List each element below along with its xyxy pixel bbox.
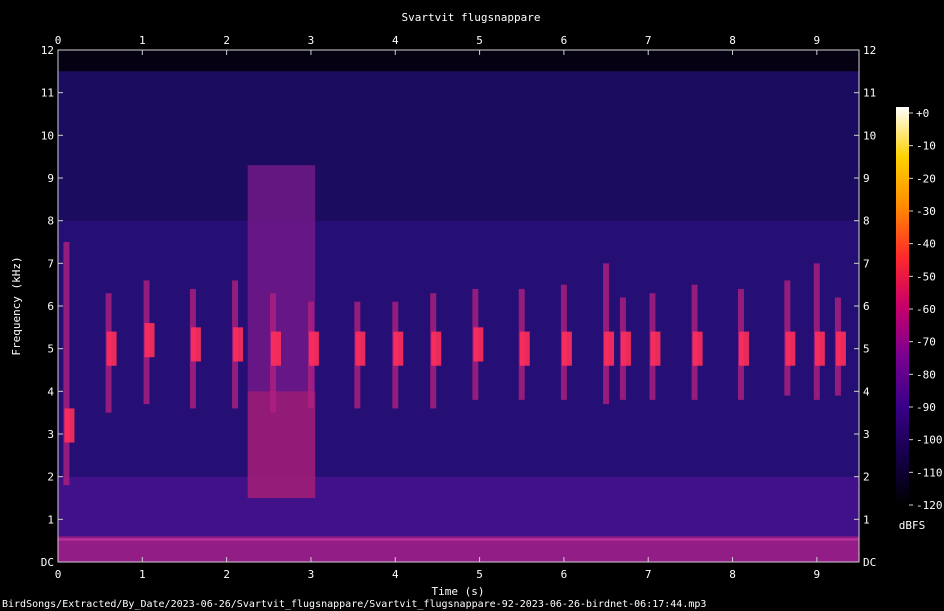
y-tick-label-right: 8 <box>863 215 870 228</box>
y-tick-label-right: 10 <box>863 129 876 142</box>
song-note-peak <box>650 331 661 366</box>
colorbar-tick-label: -80 <box>916 368 936 381</box>
colorbar-tick-label: -70 <box>916 336 936 349</box>
colorbar-tick-label: -110 <box>916 466 943 479</box>
y-tick-label-right: 2 <box>863 471 870 484</box>
y-tick-label: 5 <box>47 343 54 356</box>
colorbar-label: dBFS <box>899 519 926 532</box>
y-tick-label: 1 <box>47 513 54 526</box>
y-tick-label-right: DC <box>863 556 876 569</box>
colorbar-tick-label: -30 <box>916 205 936 218</box>
y-tick-label-right: 5 <box>863 343 870 356</box>
x-tick-label: 2 <box>223 568 230 581</box>
song-note-peak <box>473 327 484 362</box>
plot-area <box>57 49 860 563</box>
y-tick-label: DC <box>41 556 54 569</box>
y-tick-label: 6 <box>47 300 54 313</box>
y-axis-title: Frequency (kHz) <box>10 256 23 355</box>
song-note-peak <box>431 331 442 366</box>
colorbar-tick-label: -90 <box>916 401 936 414</box>
y-tick-label-right: 3 <box>863 428 870 441</box>
y-tick-label: 8 <box>47 215 54 228</box>
song-note-peak <box>308 331 319 366</box>
x-tick-label-top: 5 <box>476 34 483 47</box>
song-note-peak <box>106 331 117 366</box>
song-note-peak <box>692 331 703 366</box>
song-note-peak <box>519 331 530 366</box>
x-tick-label-top: 3 <box>308 34 315 47</box>
x-axis-title: Time (s) <box>432 585 485 598</box>
x-tick-label: 0 <box>55 568 62 581</box>
song-note-peak <box>144 323 155 358</box>
x-tick-label: 1 <box>139 568 146 581</box>
source-file-path: BirdSongs/Extracted/By_Date/2023-06-26/S… <box>2 599 706 610</box>
x-tick-label: 9 <box>814 568 821 581</box>
spectrogram-heatmap <box>58 50 859 562</box>
song-note-peak <box>271 331 282 366</box>
song-note-peak <box>393 331 404 366</box>
colorbar-tick-label: +0 <box>916 107 929 120</box>
colorbar-tick-label: -100 <box>916 434 943 447</box>
song-note-peak <box>738 331 749 366</box>
song-note-peak <box>561 331 572 366</box>
chart-title: Svartvit flugsnappare <box>401 11 540 24</box>
y-tick-label: 9 <box>47 172 54 185</box>
y-tick-label-right: 6 <box>863 300 870 313</box>
broadband-burst-core <box>247 391 316 498</box>
song-note-peak <box>814 331 825 366</box>
y-tick-label-right: 9 <box>863 172 870 185</box>
colorbar-tick-label: -120 <box>916 499 943 512</box>
colorbar-tick-label: -50 <box>916 270 936 283</box>
spectrogram-figure: Svartvit flugsnappare 0123456789 0123456… <box>0 0 944 611</box>
song-note-peak <box>190 327 201 362</box>
x-tick-label: 8 <box>729 568 736 581</box>
song-note-peak <box>835 331 846 366</box>
y-tick-label: 11 <box>41 87 54 100</box>
song-note-peak <box>64 408 75 443</box>
x-tick-label-top: 0 <box>55 34 62 47</box>
x-tick-label-top: 4 <box>392 34 399 47</box>
x-tick-label-top: 8 <box>729 34 736 47</box>
song-note <box>63 242 70 486</box>
y-tick-label: 12 <box>41 44 54 57</box>
song-note-peak <box>620 331 631 366</box>
x-tick-label-top: 6 <box>561 34 568 47</box>
hum-line <box>58 538 859 541</box>
y-tick-label-right: 7 <box>863 257 870 270</box>
y-tick-label-right: 12 <box>863 44 876 57</box>
x-tick-label-top: 2 <box>223 34 230 47</box>
y-tick-label: 4 <box>47 385 54 398</box>
x-tick-label: 5 <box>476 568 483 581</box>
y-tick-label-right: 11 <box>863 87 876 100</box>
x-tick-label: 4 <box>392 568 399 581</box>
noise-band-low <box>58 476 859 537</box>
colorbar-tick-label: -40 <box>916 238 936 251</box>
y-tick-label-right: 4 <box>863 385 870 398</box>
x-tick-label: 7 <box>645 568 652 581</box>
y-tick-label: 3 <box>47 428 54 441</box>
y-tick-label: 7 <box>47 257 54 270</box>
song-note-peak <box>604 331 615 366</box>
colorbar-tick-label: -60 <box>916 303 936 316</box>
x-tick-label-top: 7 <box>645 34 652 47</box>
colorbar-tick-label: -10 <box>916 140 936 153</box>
colorbar-gradient <box>896 107 909 505</box>
colorbar-tick-label: -20 <box>916 172 936 185</box>
song-note-peak <box>233 327 244 362</box>
x-tick-label-top: 9 <box>814 34 821 47</box>
x-tick-label-top: 1 <box>139 34 146 47</box>
x-tick-label: 6 <box>561 568 568 581</box>
song-note-peak <box>785 331 796 366</box>
x-tick-label: 3 <box>308 568 315 581</box>
song-note-peak <box>355 331 366 366</box>
y-tick-label-right: 1 <box>863 513 870 526</box>
y-tick-label: 2 <box>47 471 54 484</box>
y-tick-label: 10 <box>41 129 54 142</box>
silent-band-top <box>58 50 859 72</box>
noise-band-high <box>58 71 859 221</box>
